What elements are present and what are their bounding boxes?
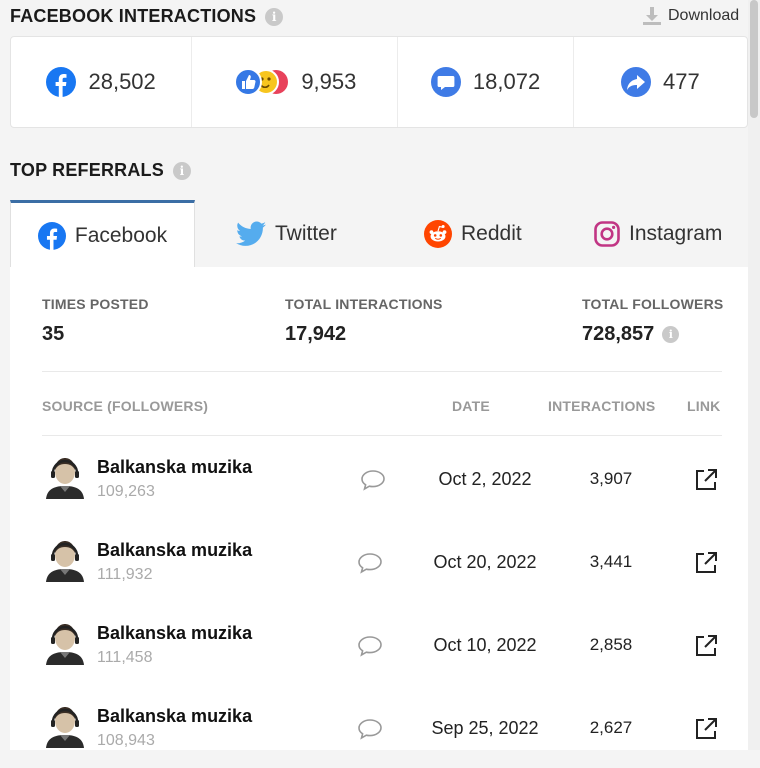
stat-shares: 477 [574,37,747,127]
stat-reactions: 9,953 [192,37,399,127]
info-icon[interactable]: i [172,161,191,180]
total-interactions-label: TOTAL INTERACTIONS [285,296,443,312]
download-icon [643,7,661,25]
external-link-icon[interactable] [693,716,719,747]
tab-twitter[interactable]: Twitter [236,200,337,268]
reactions-icon [233,67,289,97]
stat-facebook-total: 28,502 [11,37,193,127]
tab-facebook[interactable]: Facebook [10,200,195,268]
comment-icon [357,552,383,579]
scrollbar-thumb[interactable] [750,0,758,118]
table-row: Balkanska muzika 111,458 Oct 10, 2022 2,… [10,602,748,685]
instagram-icon [594,221,620,247]
download-button[interactable]: Download [642,7,739,25]
row-interactions: 2,858 [589,635,633,654]
tab-instagram[interactable]: Instagram [594,200,722,268]
link-column-header: LINK [687,398,721,414]
date-column-header: DATE [452,398,490,414]
avatar [44,621,86,665]
times-posted-value: 35 [42,323,65,345]
comment-icon [357,635,383,662]
source-followers: 108,943 [97,732,155,749]
table-row: Balkanska muzika 109,263 Oct 2, 2022 3,9… [10,436,748,519]
interactions-column-header: INTERACTIONS [548,398,656,414]
avatar [44,538,86,582]
top-referrals-title: TOP REFERRALS i [10,160,191,181]
source-name[interactable]: Balkanska muzika [97,706,252,727]
interaction-stats-card: 28,502 9,953 18,072 477 [10,36,748,128]
facebook-icon [37,221,66,250]
total-followers-label: TOTAL FOLLOWERS [582,296,724,312]
row-date: Sep 25, 2022 [431,718,539,738]
source-name[interactable]: Balkanska muzika [97,457,252,478]
source-followers: 111,458 [97,649,153,666]
row-interactions: 3,907 [589,469,633,488]
row-date: Oct 20, 2022 [433,552,537,572]
avatar [44,455,86,499]
comment-icon [360,469,386,496]
external-link-icon[interactable] [693,467,719,498]
row-date: Oct 2, 2022 [438,469,532,489]
reddit-icon [424,220,452,248]
times-posted-label: TIMES POSTED [42,296,149,312]
stat-comments: 18,072 [398,37,574,127]
avatar [44,704,86,748]
metrics-divider [42,371,722,372]
source-name[interactable]: Balkanska muzika [97,623,252,644]
source-column-header: SOURCE (FOLLOWERS) [42,398,209,414]
referral-panel: TIMES POSTED 35 TOTAL INTERACTIONS 17,94… [10,267,748,750]
facebook-icon [46,67,77,97]
info-icon[interactable]: i [265,7,284,26]
share-arrow-icon [620,67,651,97]
source-name[interactable]: Balkanska muzika [97,540,252,561]
external-link-icon[interactable] [693,550,719,581]
referral-tabs: Facebook Twitter Reddit Instagram [10,200,748,268]
external-link-icon[interactable] [693,633,719,664]
facebook-interactions-title: FACEBOOK INTERACTIONS i [10,6,284,27]
twitter-icon [236,221,266,247]
source-followers: 111,932 [97,566,153,583]
table-row: Balkanska muzika 108,943 Sep 25, 2022 2,… [10,685,748,768]
vertical-scrollbar[interactable] [748,0,760,750]
comment-icon [357,718,383,745]
tab-reddit[interactable]: Reddit [424,200,522,268]
table-row: Balkanska muzika 111,932 Oct 20, 2022 3,… [10,519,748,602]
row-interactions: 3,441 [589,552,633,571]
row-date: Oct 10, 2022 [433,635,537,655]
total-followers-value: 728,857 i [582,323,680,346]
info-icon[interactable]: i [662,326,680,343]
comment-bubble-icon [430,67,461,97]
source-followers: 109,263 [97,483,155,500]
total-interactions-value: 17,942 [285,323,347,345]
row-interactions: 2,627 [589,718,633,737]
